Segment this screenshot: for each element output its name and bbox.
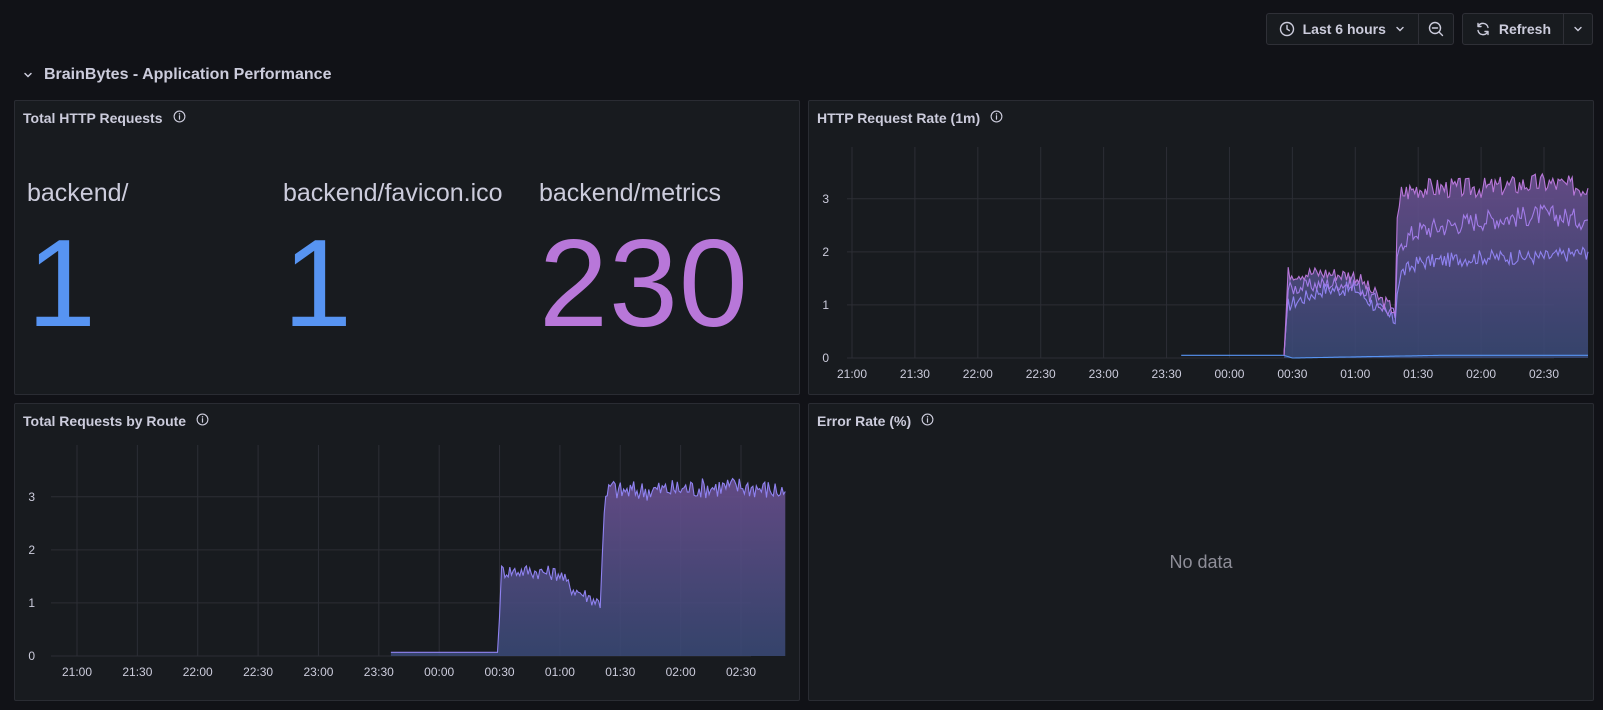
- x-tick-label: 02:30: [1529, 367, 1559, 381]
- y-tick-label: 2: [822, 245, 829, 259]
- x-tick-label: 21:30: [900, 367, 930, 381]
- stat-label: backend/metrics: [539, 179, 722, 207]
- time-series-chart[interactable]: 21:00 21:30 22:00 22:30 23:00 23:30 00:00 00:30…: [809, 101, 1595, 396]
- refresh-interval-dropdown[interactable]: [1563, 14, 1592, 44]
- x-tick-label: 00:30: [485, 665, 515, 679]
- series-area: [1283, 174, 1589, 358]
- stat-value: 1: [283, 215, 353, 353]
- y-tick-label: 3: [822, 192, 829, 206]
- dashboard-toolbar: Last 6 hours Refresh: [1265, 13, 1593, 45]
- dashboard-row-header[interactable]: BrainBytes - Application Performance: [22, 66, 331, 84]
- refresh-label: Refresh: [1498, 21, 1551, 37]
- x-tick-label: 02:00: [666, 665, 696, 679]
- zoom-out-button[interactable]: [1417, 14, 1453, 44]
- stat-label: backend/favicon.ico: [283, 179, 503, 207]
- x-tick-label: 00:00: [424, 665, 454, 679]
- panel-header: Total HTTP Requests: [23, 110, 186, 126]
- series-area: [390, 478, 786, 656]
- panel-total-requests-by-route[interactable]: Total Requests by Route 21:00 21:30 22:00 2…: [14, 403, 800, 701]
- chevron-down-icon: [1394, 23, 1406, 35]
- x-tick-label: 23:30: [1152, 367, 1182, 381]
- x-tick-label: 02:30: [726, 665, 756, 679]
- x-tick-label: 00:00: [1214, 367, 1244, 381]
- y-tick-label: 1: [822, 298, 829, 312]
- panel-header: Error Rate (%): [817, 413, 934, 429]
- x-tick-label: 23:30: [364, 665, 394, 679]
- x-tick-label: 21:30: [122, 665, 152, 679]
- x-tick-label: 21:00: [837, 367, 867, 381]
- stat-value: 1: [27, 215, 97, 353]
- refresh-group: Refresh: [1461, 13, 1593, 45]
- no-data-message: No data: [1169, 552, 1233, 572]
- x-tick-label: 00:30: [1277, 367, 1307, 381]
- y-tick-label: 0: [28, 649, 35, 663]
- y-tick-label: 0: [822, 351, 829, 365]
- y-tick-label: 3: [28, 490, 35, 504]
- info-icon[interactable]: [173, 110, 186, 126]
- x-tick-label: 01:00: [545, 665, 575, 679]
- x-tick-label: 01:30: [1403, 367, 1433, 381]
- x-tick-label: 22:30: [1026, 367, 1056, 381]
- panel-error-rate[interactable]: Error Rate (%) No data: [808, 403, 1594, 701]
- x-tick-label: 21:00: [62, 665, 92, 679]
- y-tick-label: 2: [28, 543, 35, 557]
- refresh-button[interactable]: Refresh: [1463, 14, 1563, 44]
- panel-title: Total HTTP Requests: [23, 110, 163, 126]
- time-series-chart[interactable]: 21:00 21:30 22:00 22:30 23:00 23:30 00:00 00:30…: [15, 404, 801, 702]
- x-tick-label: 01:30: [605, 665, 635, 679]
- chevron-down-icon: [1572, 23, 1584, 35]
- panel-http-request-rate[interactable]: HTTP Request Rate (1m) 21:00 21:30 22:00 22…: [808, 100, 1594, 395]
- time-range-picker[interactable]: Last 6 hours: [1267, 14, 1418, 44]
- panel-title: Error Rate (%): [817, 413, 912, 429]
- panel-total-http-requests[interactable]: Total HTTP Requests backend/ 1 backend/f…: [14, 100, 800, 395]
- x-tick-label: 23:00: [1089, 367, 1119, 381]
- time-range-label: Last 6 hours: [1302, 21, 1386, 37]
- x-tick-label: 22:00: [963, 367, 993, 381]
- x-tick-label: 22:00: [183, 665, 213, 679]
- chevron-down-icon: [22, 69, 34, 81]
- stat-label: backend/: [27, 179, 129, 207]
- y-tick-label: 1: [28, 596, 35, 610]
- zoom-out-icon: [1427, 20, 1445, 38]
- stat-item: backend/metrics 230: [539, 179, 749, 346]
- x-tick-label: 02:00: [1466, 367, 1496, 381]
- time-range-group: Last 6 hours: [1265, 13, 1454, 45]
- stat-item: backend/ 1: [27, 179, 128, 346]
- clock-icon: [1279, 21, 1295, 37]
- info-icon[interactable]: [921, 413, 934, 429]
- stat-value: 230: [539, 215, 749, 353]
- stat-item: backend/favicon.ico 1: [283, 179, 503, 346]
- row-title: BrainBytes - Application Performance: [44, 66, 332, 83]
- x-tick-label: 23:00: [303, 665, 333, 679]
- refresh-icon: [1475, 21, 1491, 37]
- x-tick-label: 01:00: [1340, 367, 1370, 381]
- x-tick-label: 22:30: [243, 665, 273, 679]
